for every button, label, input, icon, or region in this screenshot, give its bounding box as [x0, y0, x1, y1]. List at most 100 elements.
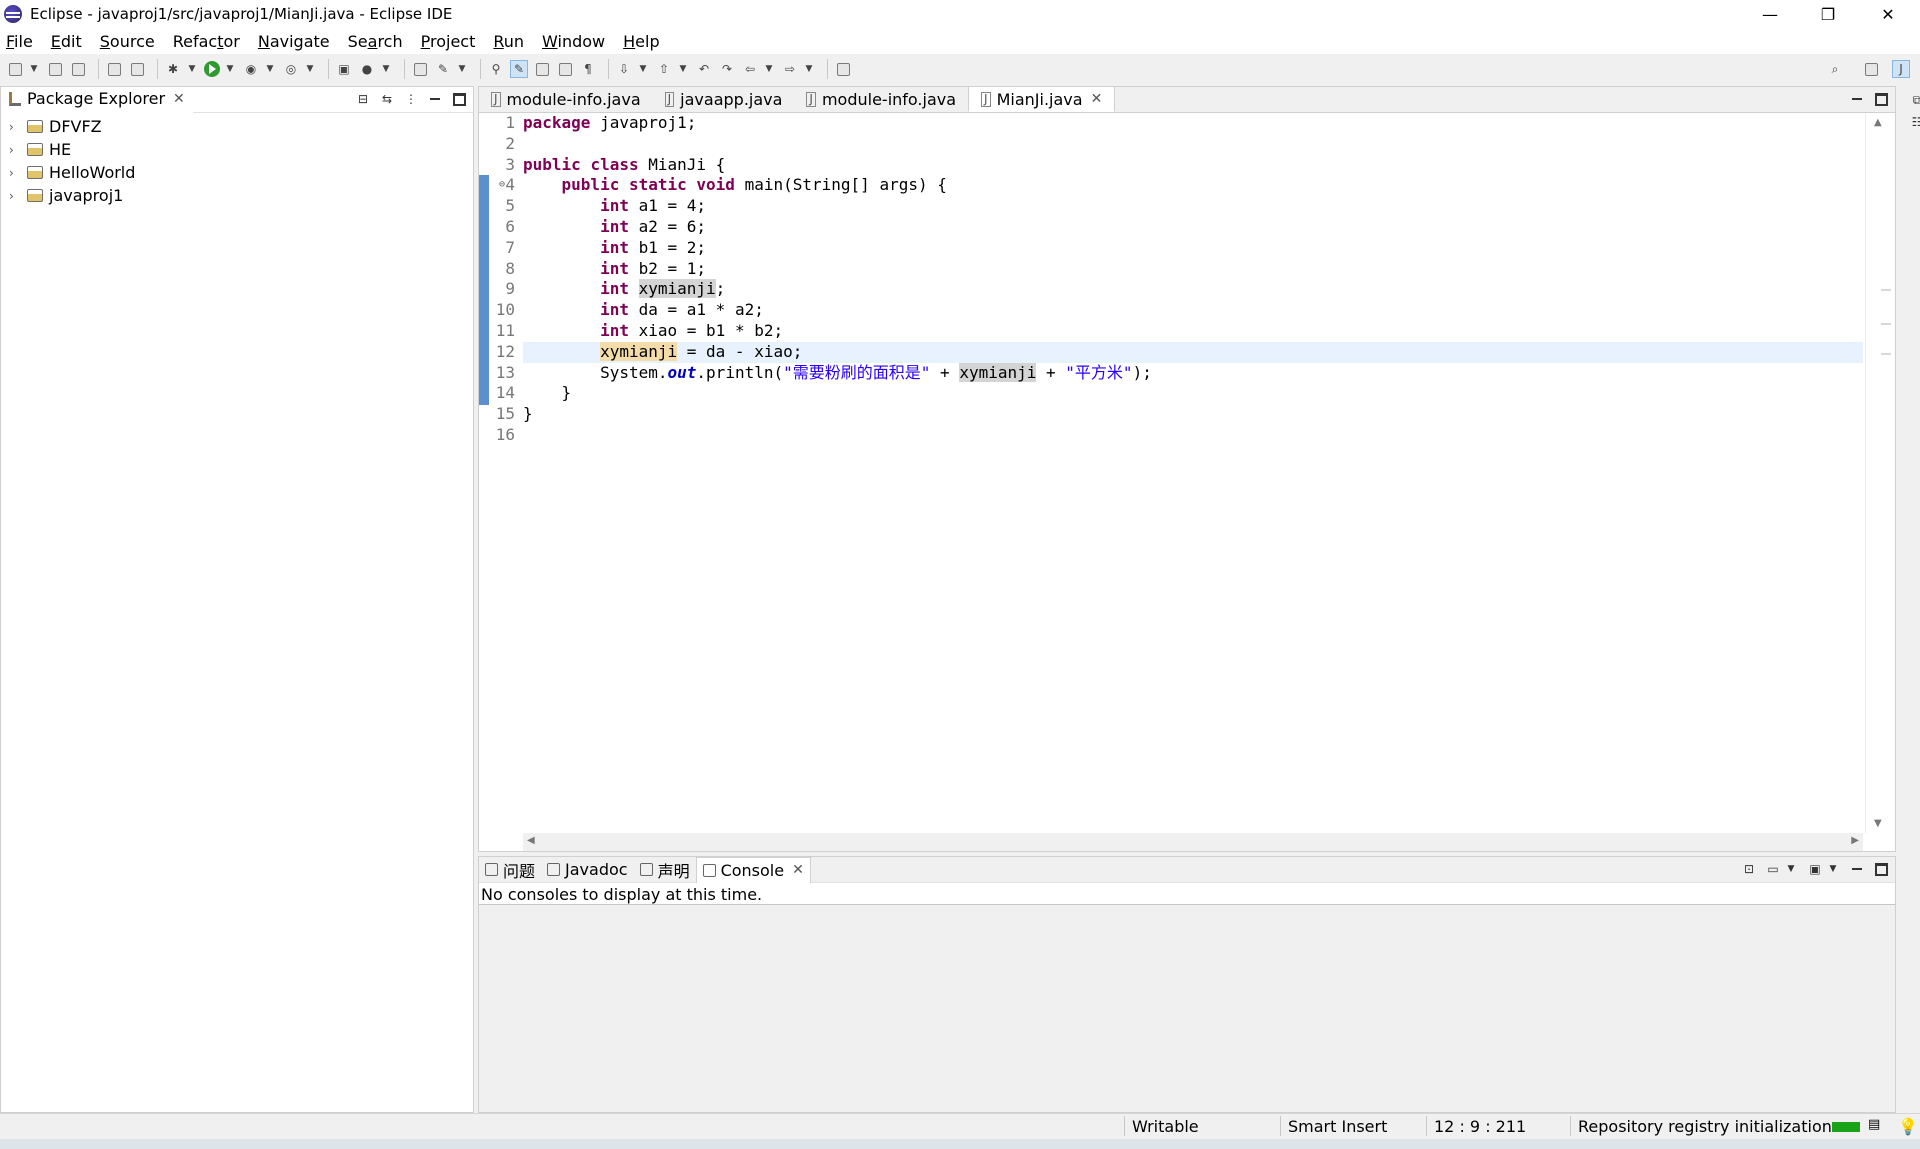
tree-item-helloworld[interactable]: › HelloWorld	[1, 161, 473, 184]
debug-dropdown-icon[interactable]: ▼	[187, 60, 197, 78]
editor-tab-javaapp-java[interactable]: Jjavaapp.java	[653, 86, 795, 112]
new-java-class-icon[interactable]: ●	[358, 60, 376, 78]
tree-item-dfvfz[interactable]: › DFVFZ	[1, 115, 473, 138]
restore-view-icon[interactable]: ⧉	[1909, 92, 1920, 108]
horizontal-scrollbar[interactable]: ◀ ▶	[523, 833, 1863, 851]
chevron-right-icon[interactable]: ›	[9, 166, 19, 180]
run-dropdown-icon[interactable]: ▼	[225, 60, 235, 78]
new-icon[interactable]	[6, 60, 24, 78]
previous-annotation-dropdown-icon[interactable]: ▼	[678, 60, 688, 78]
code-line[interactable]: public static void main(String[] args) {	[523, 175, 1863, 196]
back-icon[interactable]: ⇦	[741, 60, 759, 78]
editor-tab-module-info-java[interactable]: Jmodule-info.java	[479, 86, 653, 112]
chevron-right-icon[interactable]: ›	[9, 143, 19, 157]
forward-edit-icon[interactable]: ↷	[718, 60, 736, 78]
forward-icon[interactable]: ⇨	[781, 60, 799, 78]
progress-bar[interactable]	[1832, 1122, 1860, 1132]
tree-item-javaproj1[interactable]: › javaproj1	[1, 184, 473, 207]
next-annotation-icon[interactable]: ⇩	[615, 60, 633, 78]
display-console-icon[interactable]: ▭	[1765, 861, 1781, 877]
view-menu-icon[interactable]: ⋮	[403, 91, 419, 107]
menu-source[interactable]: Source	[100, 32, 155, 51]
minimize-view-icon[interactable]	[427, 91, 443, 107]
fold-toggle-icon[interactable]: ⊖	[499, 179, 505, 190]
code-text[interactable]: package javaproj1; public class MianJi {…	[523, 113, 1863, 833]
back-dropdown-icon[interactable]: ▼	[764, 60, 774, 78]
close-icon[interactable]: ✕	[1091, 91, 1103, 107]
code-line[interactable]: int b2 = 1;	[523, 259, 1863, 280]
mark-occurrences-icon[interactable]: ✎	[510, 60, 528, 78]
java-perspective-icon[interactable]: J	[1892, 60, 1910, 78]
coverage-icon[interactable]: ◉	[242, 60, 260, 78]
editor-tab-mianji-java[interactable]: J MianJi.java ✕	[968, 86, 1116, 112]
minimize-editor-icon[interactable]	[1849, 91, 1865, 107]
save-all-icon[interactable]	[69, 60, 87, 78]
maximize-console-icon[interactable]	[1873, 861, 1889, 877]
tab-declaration[interactable]: 声明	[634, 857, 696, 883]
close-window-button[interactable]: ✕	[1860, 0, 1916, 28]
display-console-dropdown-icon[interactable]: ▼	[1783, 861, 1799, 877]
save-icon[interactable]	[46, 60, 64, 78]
outline-icon[interactable]: ☷	[1909, 114, 1920, 130]
progress-view-icon[interactable]: ▤	[1868, 1117, 1880, 1132]
menu-edit[interactable]: Edit	[51, 32, 82, 51]
toggle-breadcrumb-icon[interactable]: ⚲	[487, 60, 505, 78]
code-line[interactable]: xymianji = da - xiao;	[523, 341, 1863, 363]
close-icon[interactable]: ✕	[792, 862, 804, 878]
menu-refactor[interactable]: Refactor	[173, 32, 240, 51]
last-edit-location-icon[interactable]: ↶	[695, 60, 713, 78]
vertical-scrollbar[interactable]: ▲ ▼	[1865, 113, 1895, 833]
open-type-icon[interactable]	[411, 60, 429, 78]
word-wrap-icon[interactable]	[556, 60, 574, 78]
menu-project[interactable]: Project	[421, 32, 476, 51]
skip-breakpoints-icon[interactable]	[128, 60, 146, 78]
code-line[interactable]: int a1 = 4;	[523, 196, 1863, 217]
debug-icon[interactable]: ✱	[164, 60, 182, 78]
editor-tab-module-info-java[interactable]: Jmodule-info.java	[794, 86, 968, 112]
menu-file[interactable]: File	[6, 32, 33, 51]
scroll-left-icon[interactable]: ◀	[527, 835, 535, 846]
link-with-editor-icon[interactable]: ⇆	[379, 91, 395, 107]
tab-javadoc[interactable]: Javadoc	[541, 857, 634, 883]
open-console-icon[interactable]: ▣	[1807, 861, 1823, 877]
external-tools-icon[interactable]: ◎	[282, 60, 300, 78]
tab-problems[interactable]: 问题	[479, 857, 541, 883]
minimize-console-icon[interactable]	[1849, 861, 1865, 877]
menu-help[interactable]: Help	[623, 32, 659, 51]
search-dropdown-icon[interactable]: ▼	[457, 60, 467, 78]
restore-button[interactable]: ❐	[1800, 0, 1856, 28]
code-line[interactable]: }	[523, 383, 1863, 404]
close-icon[interactable]: ✕	[173, 91, 185, 107]
new-java-package-icon[interactable]: ▣	[335, 60, 353, 78]
code-line[interactable]: int xiao = b1 * b2;	[523, 321, 1863, 342]
scroll-down-icon[interactable]: ▼	[1874, 818, 1882, 829]
menu-run[interactable]: Run	[493, 32, 524, 51]
code-line[interactable]: int b1 = 2;	[523, 238, 1863, 259]
maximize-editor-icon[interactable]	[1873, 91, 1889, 107]
code-line[interactable]: int da = a1 * a2;	[523, 300, 1863, 321]
code-line[interactable]: int xymianji;	[523, 279, 1863, 300]
collapse-all-icon[interactable]: ⊟	[355, 91, 371, 107]
search-icon[interactable]: ⌕	[1826, 60, 1844, 78]
tab-console[interactable]: Console ✕	[695, 856, 811, 883]
code-line[interactable]: System.out.println("需要粉刷的面积是" + xymianji…	[523, 362, 1863, 384]
scroll-right-icon[interactable]: ▶	[1851, 835, 1859, 846]
next-annotation-dropdown-icon[interactable]: ▼	[638, 60, 648, 78]
code-line[interactable]	[523, 134, 1863, 155]
menu-search[interactable]: Search	[348, 32, 403, 51]
forward-dropdown-icon[interactable]: ▼	[804, 60, 814, 78]
code-line[interactable]	[523, 425, 1863, 446]
chevron-right-icon[interactable]: ›	[9, 189, 19, 203]
maximize-view-icon[interactable]	[451, 91, 467, 107]
menu-window[interactable]: Window	[542, 32, 605, 51]
code-line[interactable]: package javaproj1;	[523, 113, 1863, 134]
tip-lightbulb-icon[interactable]: 💡	[1898, 1117, 1918, 1136]
open-console-dropdown-icon[interactable]: ▼	[1825, 861, 1841, 877]
show-whitespace-icon[interactable]: ¶	[579, 60, 597, 78]
editor-body[interactable]: 1 2 3 4 5 6 7 8 9 10 11 12 13 14 15 16 ⊖ package javapr…	[479, 113, 1895, 833]
block-selection-icon[interactable]	[533, 60, 551, 78]
open-terminal-icon[interactable]	[105, 60, 123, 78]
code-line[interactable]: int a2 = 6;	[523, 217, 1863, 238]
new-class-dropdown-icon[interactable]: ▼	[381, 60, 391, 78]
pin-console-icon[interactable]: ⊡	[1741, 861, 1757, 877]
